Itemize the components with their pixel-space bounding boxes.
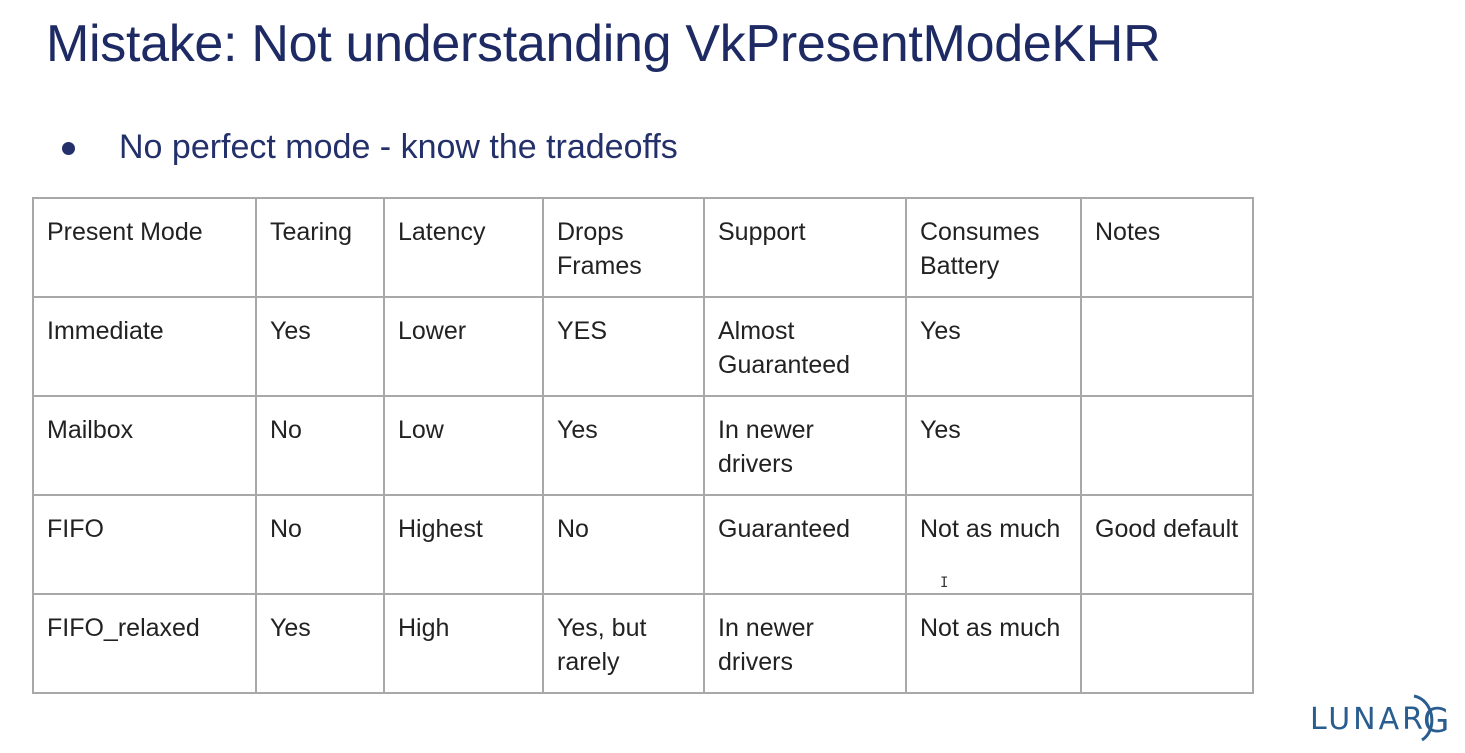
table-cell bbox=[1080, 593, 1254, 694]
table-cell: Almost Guaranteed bbox=[703, 296, 907, 397]
bullet-text: No perfect mode - know the tradeoffs bbox=[119, 128, 678, 166]
logo-letter: G bbox=[1423, 701, 1449, 741]
table-cell: Low bbox=[383, 395, 544, 496]
table-cell: Yes, but rarely bbox=[542, 593, 705, 694]
header-cell: Consumes Battery bbox=[905, 197, 1082, 298]
header-cell: Tearing bbox=[255, 197, 385, 298]
header-cell: Latency bbox=[383, 197, 544, 298]
table-cell: Yes bbox=[905, 395, 1082, 496]
table-cell: Immediate bbox=[32, 296, 257, 397]
table-cell: Yes bbox=[255, 296, 385, 397]
table-cell: FIFO_relaxed bbox=[32, 593, 257, 694]
table-cell: Good default bbox=[1080, 494, 1254, 595]
table-cell: In newer drivers bbox=[703, 593, 907, 694]
header-cell: Present Mode bbox=[32, 197, 257, 298]
text-cursor-icon: I bbox=[940, 575, 949, 591]
table-cell: Guaranteed bbox=[703, 494, 907, 595]
logo-mark-icon: G bbox=[1413, 694, 1449, 742]
table-row: FIFO_relaxed Yes High Yes, but rarely In… bbox=[32, 593, 1254, 694]
table-header-row: Present Mode Tearing Latency Drops Frame… bbox=[32, 197, 1254, 298]
table-row: Mailbox No Low Yes In newer drivers Yes bbox=[32, 395, 1254, 496]
table-cell: YES bbox=[542, 296, 705, 397]
table-cell: Yes bbox=[255, 593, 385, 694]
table-cell: Not as much bbox=[905, 494, 1082, 595]
header-cell: Notes bbox=[1080, 197, 1254, 298]
table-cell: Highest bbox=[383, 494, 544, 595]
bullet-dot-icon bbox=[62, 142, 75, 155]
table-cell: High bbox=[383, 593, 544, 694]
table-cell: Mailbox bbox=[32, 395, 257, 496]
table-cell: In newer drivers bbox=[703, 395, 907, 496]
table-cell bbox=[1080, 296, 1254, 397]
bullet-item: No perfect mode - know the tradeoffs bbox=[62, 128, 678, 167]
table-cell: No bbox=[255, 395, 385, 496]
table-row: FIFO No Highest No Guaranteed Not as muc… bbox=[32, 494, 1254, 595]
lunarg-logo: LUNAR G bbox=[1310, 688, 1455, 744]
table-cell: Yes bbox=[905, 296, 1082, 397]
table-cell: Lower bbox=[383, 296, 544, 397]
present-mode-table: Present Mode Tearing Latency Drops Frame… bbox=[32, 197, 1254, 694]
slide-title: Mistake: Not understanding VkPresentMode… bbox=[46, 15, 1161, 73]
header-cell: Drops Frames bbox=[542, 197, 705, 298]
table-row: Immediate Yes Lower YES Almost Guarantee… bbox=[32, 296, 1254, 397]
header-cell: Support bbox=[703, 197, 907, 298]
table-cell: No bbox=[542, 494, 705, 595]
table-cell: No bbox=[255, 494, 385, 595]
table-cell: FIFO bbox=[32, 494, 257, 595]
table-cell bbox=[1080, 395, 1254, 496]
table-cell: Yes bbox=[542, 395, 705, 496]
table-cell: Not as much bbox=[905, 593, 1082, 694]
